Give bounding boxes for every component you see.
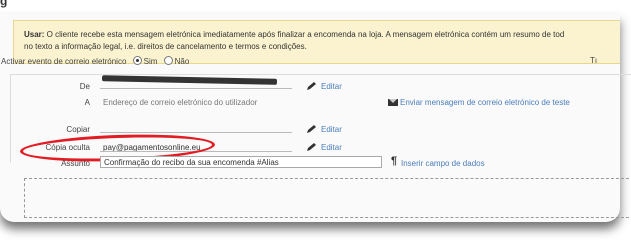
cut-off-label-right: Tı bbox=[590, 56, 598, 65]
copy-label: Copiar bbox=[66, 125, 90, 134]
send-test-email-label[interactable]: Enviar mensagem de correio eletrónico de… bbox=[400, 98, 570, 107]
radio-yes[interactable] bbox=[132, 56, 142, 65]
info-line-1: O cliente recebe esta mensagem eletrónic… bbox=[44, 30, 565, 39]
insert-data-field-link[interactable]: Inserir campo de dados bbox=[401, 159, 485, 168]
copy-edit-label[interactable]: Editar bbox=[321, 125, 342, 134]
paragraph-icon: ¶ bbox=[391, 155, 398, 167]
email-body-editor[interactable] bbox=[24, 178, 631, 218]
to-field-placeholder: Endereço de correio eletrónico do utiliz… bbox=[103, 98, 258, 107]
from-label: De bbox=[79, 82, 90, 91]
send-test-email-link[interactable]: Enviar mensagem de correio eletrónico de… bbox=[388, 98, 570, 107]
envelope-icon bbox=[388, 99, 398, 106]
to-label: A bbox=[84, 98, 90, 107]
subject-label: Assunto bbox=[61, 159, 90, 168]
info-prefix: Usar: bbox=[24, 30, 45, 39]
pencil-icon bbox=[307, 125, 316, 133]
pencil-icon bbox=[307, 82, 316, 90]
radio-no-label[interactable]: Não bbox=[175, 57, 190, 66]
from-edit-link[interactable]: Editar bbox=[306, 81, 342, 91]
activate-email-event-row: Activar evento de correio eletrónico Sim… bbox=[1, 56, 189, 66]
bcc-edit-label[interactable]: Editar bbox=[321, 143, 342, 152]
radio-yes-label[interactable]: Sim bbox=[144, 57, 158, 66]
subject-input[interactable]: Confirmação do recibo da sua encomenda #… bbox=[100, 156, 382, 168]
info-line-2: no texto a informação legal, i.e. direit… bbox=[24, 42, 307, 51]
from-edit-label[interactable]: Editar bbox=[321, 82, 342, 91]
bcc-edit-link[interactable]: Editar bbox=[306, 142, 342, 152]
activate-label: Activar evento de correio eletrónico bbox=[1, 57, 127, 66]
radio-no[interactable] bbox=[163, 56, 173, 65]
header-fragment: g bbox=[0, 0, 8, 8]
pencil-icon bbox=[307, 143, 316, 151]
copy-field[interactable] bbox=[100, 122, 292, 133]
copy-edit-link[interactable]: Editar bbox=[306, 124, 342, 134]
